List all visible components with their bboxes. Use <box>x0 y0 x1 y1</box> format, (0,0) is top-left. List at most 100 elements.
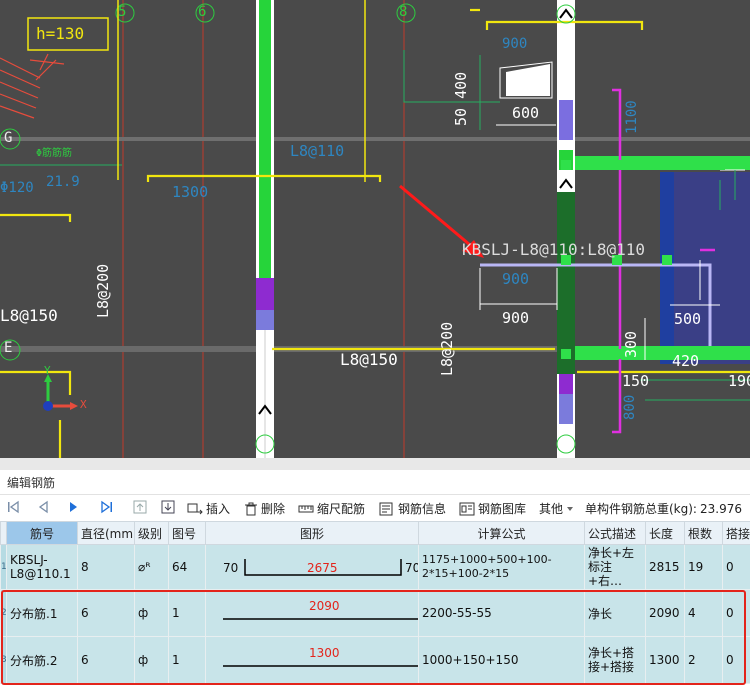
col-header-count[interactable]: 根数 <box>684 521 723 545</box>
cell-shape[interactable]: 2090 <box>205 589 419 637</box>
table-row[interactable]: 2 分布筋.1 6 ф 1 2090 2200-55-55 净长 2090 4 … <box>0 589 750 637</box>
insert-icon <box>187 503 203 514</box>
label-l8-110-top: L8@110 <box>290 142 345 160</box>
wall-left-purple <box>256 278 274 310</box>
table-row[interactable]: 3 分布筋.2 6 ф 1 1300 1000+150+150 净长+搭接+搭接… <box>0 636 750 684</box>
rebar-toolbar: 插入 删除 缩尺配筋 钢筋信息 钢筋图库 其他 单构件钢筋总重(kg): 23.… <box>0 494 750 522</box>
cell-desc[interactable]: 净长+左标注+右… <box>584 544 646 590</box>
cell-lap[interactable]: 0 <box>722 589 750 637</box>
cell-diameter[interactable]: 6 <box>77 589 135 637</box>
axis-y-label: Y <box>44 364 51 377</box>
shape-right-value: 70 <box>405 561 418 575</box>
shape-mid-value: 2675 <box>307 561 338 575</box>
col-header-desc[interactable]: 公式描述 <box>584 521 646 545</box>
scale-rebar-label: 缩尺配筋 <box>317 502 366 516</box>
edit-rebar-panel-header: 编辑钢筋 <box>0 470 750 494</box>
label-g-note: Φ筋筋筋 <box>36 148 73 159</box>
label-l8-200-left: L8@200 <box>94 263 112 318</box>
table-header-row: 筋号 直径(mm) 级别 图号 图形 计算公式 公式描述 长度 根数 搭接 <box>0 521 750 545</box>
first-record-icon[interactable] <box>5 499 21 515</box>
cad-drawing-view[interactable]: 5 6 8 G E h=130 900 600 50 400 Φ筋筋筋 L8@1… <box>0 0 750 458</box>
col-header-fig-no[interactable]: 图号 <box>168 521 206 545</box>
cell-bar-no[interactable]: KBSLJ-L8@110.1 <box>6 544 78 590</box>
cell-count[interactable]: 2 <box>684 636 723 684</box>
beam-band-g <box>0 137 750 141</box>
dim-1300-top: 1300 <box>172 183 209 201</box>
cell-grade[interactable]: ф <box>134 636 169 684</box>
cell-shape[interactable]: 70 2675 70 <box>205 544 419 590</box>
label-l8-150-mid: L8@150 <box>340 350 398 369</box>
cell-bar-no[interactable]: 分布筋.2 <box>6 636 78 684</box>
cell-length[interactable]: 2815 <box>645 544 685 590</box>
wall-left-green <box>259 0 271 278</box>
cell-count[interactable]: 4 <box>684 589 723 637</box>
cell-lap[interactable]: 0 <box>722 544 750 590</box>
axis-x-label: X <box>80 398 87 411</box>
label-l8-150-left: L8@150 <box>0 306 58 325</box>
cell-diameter[interactable]: 8 <box>77 544 135 590</box>
other-menu-button[interactable]: 其他 <box>539 500 574 517</box>
col-header-grade[interactable]: 级别 <box>134 521 169 545</box>
cell-desc[interactable]: 净长 <box>584 589 646 637</box>
insert-label: 插入 <box>206 502 231 516</box>
insert-button[interactable]: 插入 <box>187 500 230 517</box>
rebar-library-button[interactable]: 钢筋图库 <box>459 500 526 517</box>
col-header-lap[interactable]: 搭接 <box>722 521 750 545</box>
cell-length[interactable]: 1300 <box>645 636 685 684</box>
panel-splitter[interactable] <box>0 458 750 470</box>
delete-label: 删除 <box>261 502 286 516</box>
cell-length[interactable]: 2090 <box>645 589 685 637</box>
ruler-icon <box>298 505 314 512</box>
dim-600: 600 <box>512 104 540 122</box>
col-header-shape[interactable]: 图形 <box>205 521 419 545</box>
rebar-yellow-lines <box>0 8 750 458</box>
prev-record-icon[interactable] <box>35 499 51 515</box>
total-weight: 单构件钢筋总重(kg): 23.976 <box>585 500 742 517</box>
trash-icon <box>245 502 257 515</box>
cell-fig-no[interactable]: 64 <box>168 544 206 590</box>
dim-500: 500 <box>674 310 702 328</box>
col-header-diameter[interactable]: 直径(mm) <box>77 521 135 545</box>
cell-desc[interactable]: 净长+搭接+搭接 <box>584 636 646 684</box>
move-down-icon[interactable] <box>160 499 176 515</box>
shape-left-value: 70 <box>223 561 239 575</box>
cell-fig-no[interactable]: 1 <box>168 636 206 684</box>
chevron-down-icon <box>567 506 574 511</box>
scale-rebar-button[interactable]: 缩尺配筋 <box>298 500 365 517</box>
dim-190: 190 <box>728 372 750 390</box>
dim-420: 420 <box>672 352 700 370</box>
dim-300: 300 <box>622 330 640 358</box>
cell-count[interactable]: 19 <box>684 544 723 590</box>
col-header-formula[interactable]: 计算公式 <box>418 521 585 545</box>
delete-button[interactable]: 删除 <box>244 500 285 517</box>
dim-900-top: 900 <box>502 36 528 52</box>
cell-formula[interactable]: 1175+1000+500+100-2*15+100-2*15 <box>418 544 585 590</box>
cell-grade[interactable]: ф <box>134 589 169 637</box>
rebar-table: 筋号 直径(mm) 级别 图号 图形 计算公式 公式描述 长度 根数 搭接 1 … <box>0 521 750 690</box>
cell-formula[interactable]: 1000+150+150 <box>418 636 585 684</box>
dim-900-low: 900 <box>502 309 530 327</box>
col-header-bar-no[interactable]: 筋号 <box>6 521 78 545</box>
cell-lap[interactable]: 0 <box>722 636 750 684</box>
col-header-length[interactable]: 长度 <box>645 521 685 545</box>
total-weight-value: 23.976 <box>699 501 742 516</box>
dim-50-400: 50 400 <box>452 71 470 126</box>
cell-shape[interactable]: 1300 <box>205 636 419 684</box>
axis-label-6: 6 <box>198 4 207 20</box>
shape-mid-value: 2090 <box>309 599 340 613</box>
cell-fig-no[interactable]: 1 <box>168 589 206 637</box>
cell-bar-no[interactable]: 分布筋.1 <box>6 589 78 637</box>
cell-diameter[interactable]: 6 <box>77 636 135 684</box>
table-row[interactable]: 1 KBSLJ-L8@110.1 8 ⌀ᴿ 64 70 2675 70 1175… <box>0 544 750 590</box>
cell-formula[interactable]: 2200-55-55 <box>418 589 585 637</box>
last-record-icon[interactable] <box>99 499 115 515</box>
dim-120: Φ120 <box>0 180 34 196</box>
axis-label-e: E <box>4 340 13 356</box>
h-label: h=130 <box>36 24 85 43</box>
rebar-info-button[interactable]: 钢筋信息 <box>379 500 446 517</box>
move-up-icon[interactable] <box>132 499 148 515</box>
cell-grade[interactable]: ⌀ᴿ <box>134 544 169 590</box>
shape-mid-value: 1300 <box>309 646 340 660</box>
next-record-icon[interactable] <box>66 499 82 515</box>
library-icon <box>459 502 475 515</box>
